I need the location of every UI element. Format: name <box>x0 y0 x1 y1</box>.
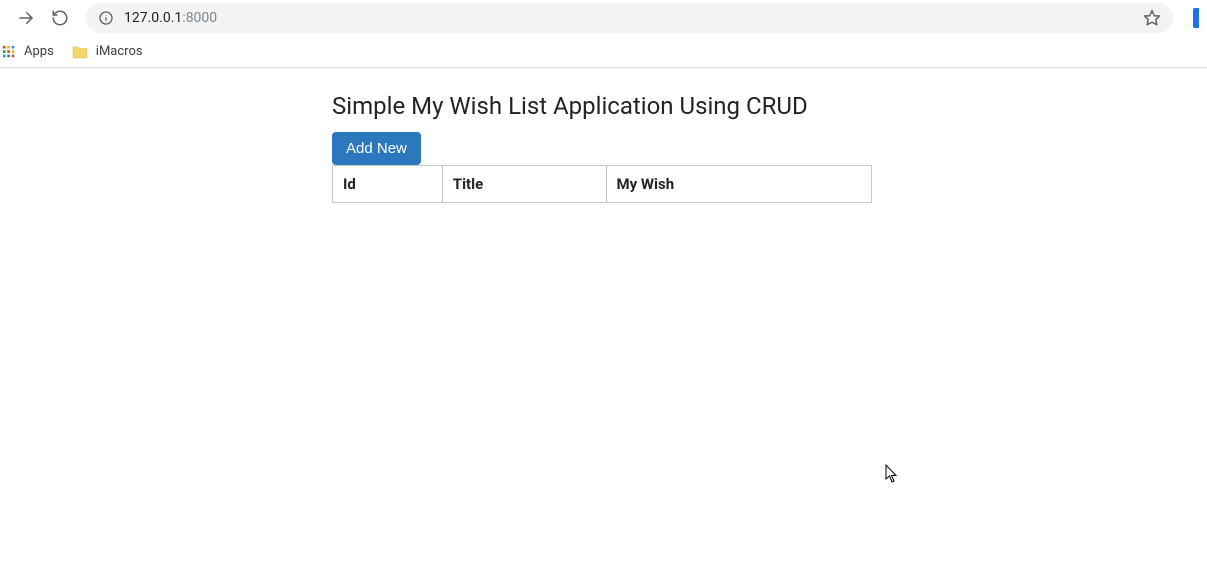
url-port: :8000 <box>182 10 217 26</box>
site-info-icon[interactable] <box>98 10 114 26</box>
page-content: Simple My Wish List Application Using CR… <box>0 68 1207 203</box>
apps-label: Apps <box>24 44 54 59</box>
bookmark-folder-imacros[interactable]: iMacros <box>72 44 143 59</box>
nav-bar: 127.0.0.1:8000 <box>0 0 1207 36</box>
url-text: 127.0.0.1:8000 <box>124 10 217 26</box>
imacros-label: iMacros <box>96 44 143 59</box>
apps-shortcut[interactable]: Apps <box>2 44 54 59</box>
forward-icon[interactable] <box>16 8 36 28</box>
browser-chrome: 127.0.0.1:8000 <box>0 0 1207 68</box>
page-title: Simple My Wish List Application Using CR… <box>332 92 1207 120</box>
apps-grid-icon <box>2 45 16 59</box>
wish-table: Id Title My Wish <box>332 165 872 203</box>
folder-icon <box>72 45 88 59</box>
bookmarks-bar: Apps iMacros <box>0 36 1207 68</box>
bookmark-star-icon[interactable] <box>1143 9 1161 27</box>
url-host: 127.0.0.1 <box>124 10 182 26</box>
table-header-title: Title <box>442 166 606 203</box>
table-header-id: Id <box>333 166 443 203</box>
mouse-cursor-icon <box>885 464 901 488</box>
right-edge-strip <box>1193 8 1199 28</box>
left-edge-strip <box>0 10 2 26</box>
address-bar[interactable]: 127.0.0.1:8000 <box>86 3 1173 33</box>
reload-icon[interactable] <box>50 8 70 28</box>
table-header-wish: My Wish <box>606 166 871 203</box>
add-new-button[interactable]: Add New <box>332 132 421 165</box>
table-header-row: Id Title My Wish <box>333 166 872 203</box>
